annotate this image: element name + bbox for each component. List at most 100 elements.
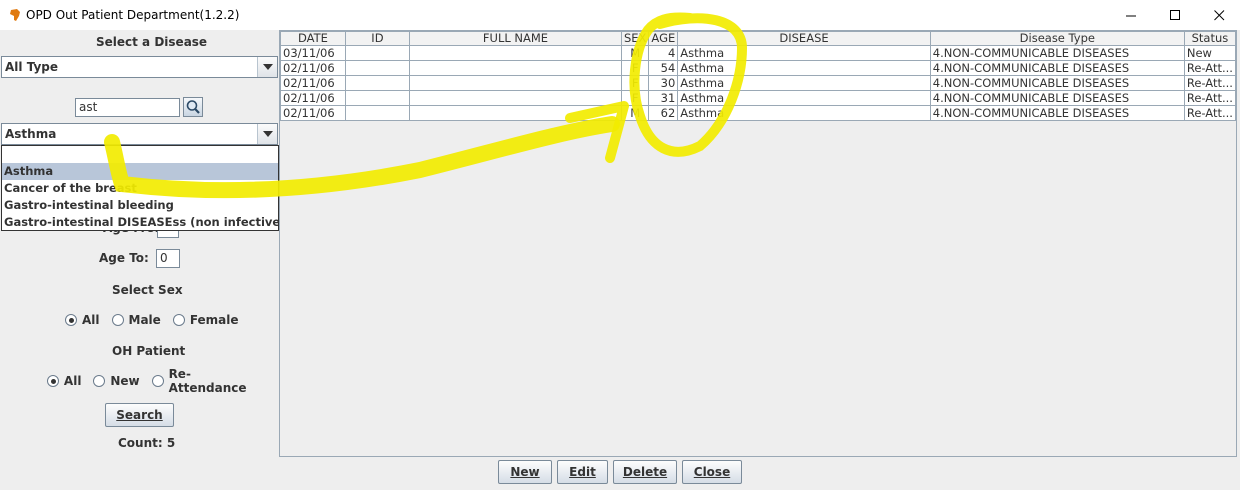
cell-age: 54	[648, 60, 679, 76]
column-header[interactable]: FULL NAME	[409, 31, 622, 46]
select-disease-label: Select a Disease	[96, 35, 208, 49]
oh-new-radio[interactable]	[93, 375, 106, 387]
table-row[interactable]: 02/11/06 M 62 Asthma 4.NON-COMMUNICABLE …	[280, 105, 1237, 121]
age-to-input[interactable]: 0	[156, 249, 180, 268]
cell-disease: Asthma	[677, 90, 931, 106]
minimize-icon	[1125, 15, 1136, 16]
sex-female-radio[interactable]	[172, 314, 185, 326]
column-header[interactable]: DATE	[280, 31, 346, 46]
table-row[interactable]: 02/11/06 F 54 Asthma 4.NON-COMMUNICABLE …	[280, 60, 1237, 76]
delete-button[interactable]: Delete	[613, 460, 677, 484]
cell-date: 02/11/06	[280, 105, 346, 121]
table-row[interactable]: 03/11/06 M 4 Asthma 4.NON-COMMUNICABLE D…	[280, 45, 1237, 61]
close-window-button[interactable]	[1196, 0, 1240, 30]
edit-button[interactable]: Edit	[557, 460, 608, 484]
oh-reattendance-label: Re-Attendance	[168, 367, 247, 395]
cell-disease: Asthma	[677, 75, 931, 91]
cell-date: 02/11/06	[280, 75, 346, 91]
maximize-icon	[1169, 9, 1180, 20]
content-area: Select a Disease All Type ast Asthma Age…	[0, 30, 1240, 490]
disease-type-value: All Type	[5, 60, 59, 74]
search-icon	[186, 100, 200, 114]
results-table: DATE ID FULL NAME SEX AGE DISEASE Diseas…	[280, 31, 1237, 121]
cell-status: Re-Att...	[1183, 105, 1237, 121]
disease-dropdown-list: Asthma Cancer of the breast Gastro-intes…	[1, 145, 285, 231]
search-button[interactable]	[183, 97, 203, 117]
cell-status: Re-Att...	[1183, 60, 1237, 76]
cell-disease-type: 4.NON-COMMUNICABLE DISEASES	[929, 60, 1185, 76]
app-logo-icon	[10, 9, 20, 21]
select-sex-label: Select Sex	[112, 283, 183, 297]
new-button[interactable]: New	[498, 460, 552, 484]
disease-value: Asthma	[5, 127, 57, 141]
sex-male-label: Male	[128, 313, 161, 327]
maximize-button[interactable]	[1152, 0, 1198, 30]
dropdown-option[interactable]: Cancer of the breast	[2, 180, 278, 197]
window-title: OPD Out Patient Department(1.2.2)	[26, 8, 240, 22]
oh-all-radio[interactable]	[47, 375, 59, 387]
table-row[interactable]: 02/11/06 F 31 Asthma 4.NON-COMMUNICABLE …	[280, 90, 1237, 106]
cell-age: 31	[648, 90, 679, 106]
search-filter-button[interactable]: Search	[105, 403, 174, 427]
cell-sex: F	[620, 90, 650, 106]
cell-disease-type: 4.NON-COMMUNICABLE DISEASES	[929, 105, 1185, 121]
cell-status: Re-Att...	[1183, 90, 1237, 106]
dropdown-option[interactable]: Gastro-intestinal bleeding	[2, 197, 278, 214]
cell-id	[344, 60, 411, 76]
cell-date: 02/11/06	[280, 60, 346, 76]
cell-full-name	[409, 60, 622, 76]
cell-id	[344, 90, 411, 106]
column-header[interactable]: ID	[344, 31, 411, 46]
chevron-down-icon[interactable]	[257, 124, 277, 144]
cell-disease: Asthma	[677, 105, 931, 121]
count-label: Count: 5	[118, 436, 176, 450]
dropdown-option[interactable]: Asthma	[2, 163, 278, 180]
oh-reattendance-radio[interactable]	[151, 375, 164, 387]
cell-disease-type: 4.NON-COMMUNICABLE DISEASES	[929, 90, 1185, 106]
results-table-area: DATE ID FULL NAME SEX AGE DISEASE Diseas…	[279, 30, 1237, 457]
cell-sex: F	[620, 75, 650, 91]
sex-all-label: All	[82, 313, 100, 327]
cell-age: 4	[648, 45, 679, 61]
cell-full-name	[409, 90, 622, 106]
sex-female-label: Female	[189, 313, 239, 327]
oh-all-label: All	[63, 374, 82, 388]
close-icon	[1213, 9, 1224, 20]
cell-id	[344, 105, 411, 121]
column-header[interactable]: AGE	[648, 31, 679, 46]
cell-full-name	[409, 105, 622, 121]
cell-date: 03/11/06	[280, 45, 346, 61]
filter-panel: Select a Disease All Type ast Asthma Age…	[0, 30, 285, 460]
sex-radio-group: All Male Female	[65, 312, 251, 328]
column-header[interactable]: DISEASE	[677, 31, 931, 46]
disease-combo[interactable]: Asthma	[1, 123, 278, 145]
oh-radio-group: All New Re-Attendance	[47, 367, 280, 395]
cell-disease-type: 4.NON-COMMUNICABLE DISEASES	[929, 45, 1185, 61]
dropdown-option[interactable]: Gastro-intestinal DISEASEss (non infecti…	[2, 214, 285, 231]
sex-male-radio[interactable]	[111, 314, 124, 326]
cell-disease-type: 4.NON-COMMUNICABLE DISEASES	[929, 75, 1185, 91]
cell-sex: M	[620, 105, 650, 121]
chevron-down-icon[interactable]	[257, 57, 277, 77]
cell-full-name	[409, 45, 622, 61]
minimize-button[interactable]	[1108, 0, 1154, 30]
cell-sex: M	[620, 45, 650, 61]
disease-type-combo[interactable]: All Type	[1, 56, 278, 78]
column-header[interactable]: SEX	[620, 31, 650, 46]
cell-id	[344, 45, 411, 61]
cell-age: 62	[648, 105, 679, 121]
column-header[interactable]: Disease Type	[929, 31, 1185, 46]
cell-age: 30	[648, 75, 679, 91]
disease-search-input[interactable]: ast	[75, 98, 180, 117]
cell-disease: Asthma	[677, 60, 931, 76]
sex-all-radio[interactable]	[65, 314, 77, 326]
cell-id	[344, 75, 411, 91]
column-header[interactable]: Status	[1183, 31, 1237, 46]
close-button[interactable]: Close	[682, 460, 742, 484]
cell-status: New	[1183, 45, 1237, 61]
cell-status: Re-Att...	[1183, 75, 1237, 91]
cell-full-name	[409, 75, 622, 91]
table-row[interactable]: 02/11/06 F 30 Asthma 4.NON-COMMUNICABLE …	[280, 75, 1237, 91]
cell-date: 02/11/06	[280, 90, 346, 106]
oh-patient-label: OH Patient	[112, 344, 186, 358]
